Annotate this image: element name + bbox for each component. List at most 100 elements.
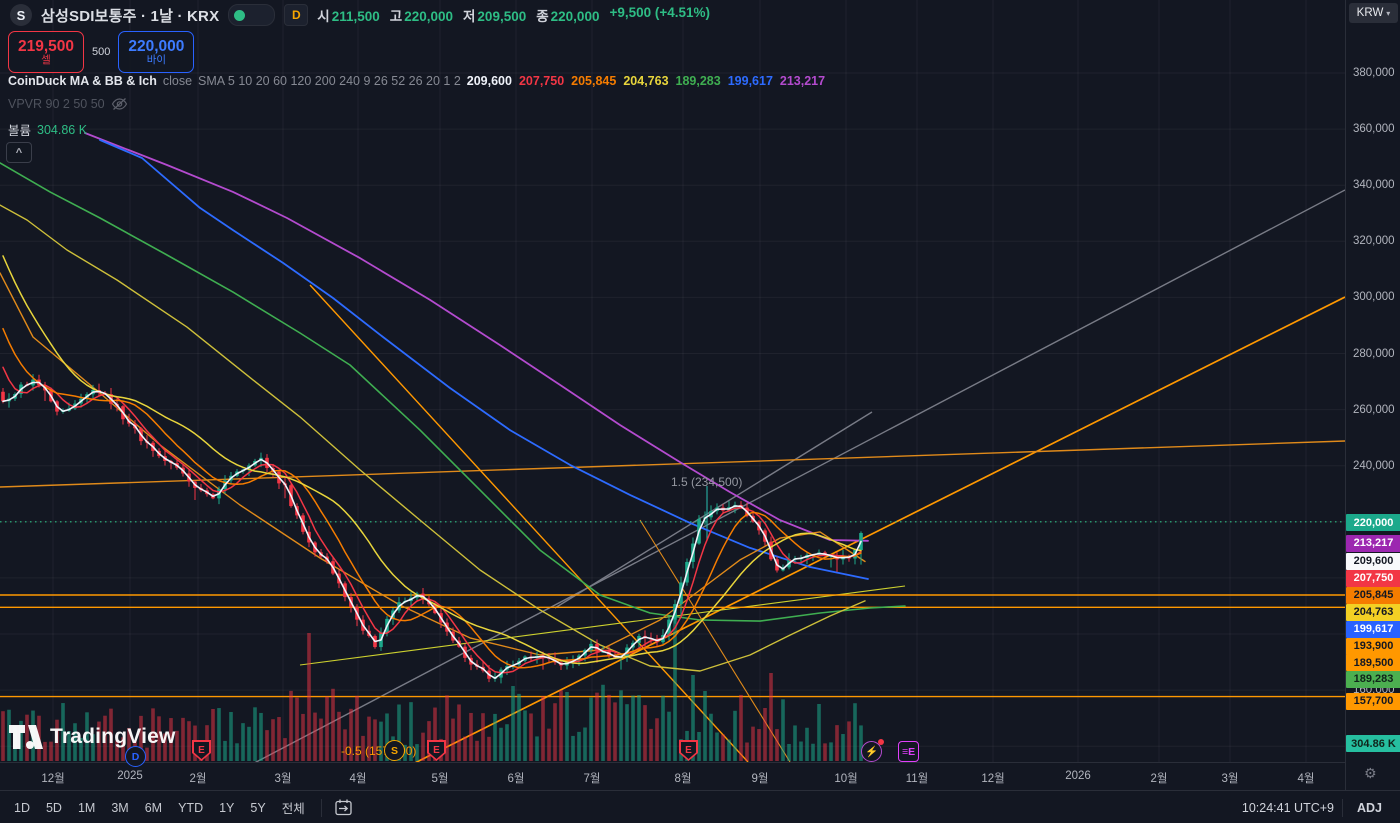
price-label-chip[interactable]: 209,600 <box>1346 552 1400 570</box>
range-button-1D[interactable]: 1D <box>6 797 38 819</box>
volume-bar <box>847 721 851 761</box>
volume-bar <box>535 736 539 761</box>
candle-body <box>1 391 5 402</box>
volume-bar <box>595 692 599 761</box>
volume-bar <box>505 724 509 761</box>
price-label-chip[interactable]: 213,217 <box>1346 534 1400 552</box>
symbol-logo[interactable]: S <box>10 4 32 26</box>
indicator-legend[interactable]: CoinDuck MA & BB & Ich close SMA 5 10 20… <box>8 74 832 88</box>
sell-button[interactable]: 219,500 셀 <box>8 31 84 73</box>
price-axis[interactable]: KRW ▾ ⚙ 380,000 360,000 340,000 320,000 300,… <box>1345 0 1400 790</box>
time-tick-label: 11월 <box>905 773 929 785</box>
range-buttons: 1D 5D 1M 3M 6M YTD 1Y 5Y 전체 <box>0 794 313 821</box>
volume-bar <box>763 707 767 761</box>
time-tick-label: 2026 <box>1065 770 1091 782</box>
event-badge-E[interactable]: E <box>192 740 211 761</box>
price-label-chip[interactable]: 193,900 <box>1346 637 1400 655</box>
vpvr-legend[interactable]: VPVR 90 2 50 50 <box>8 97 128 111</box>
volume-bar <box>487 736 491 761</box>
range-button-3M[interactable]: 3M <box>103 797 136 819</box>
chart-pane[interactable]: S 삼성SDI보통주 · 1날 · KRX D 시 211,500 고 220,00… <box>0 0 1345 767</box>
range-button-6M[interactable]: 6M <box>137 797 170 819</box>
volume-bar <box>751 726 755 761</box>
notification-dot <box>878 739 884 745</box>
go-to-date-button[interactable] <box>330 796 357 819</box>
volume-bar <box>541 696 545 761</box>
volume-bar <box>529 713 533 761</box>
market-status-toggle[interactable] <box>228 4 276 26</box>
price-label-chip[interactable]: 189,500 <box>1346 654 1400 671</box>
event-badge-E[interactable]: E <box>679 740 698 761</box>
volume-value: 304.86 K <box>37 122 88 137</box>
event-badge-xE[interactable]: ≡E <box>898 741 920 762</box>
trendline <box>299 585 906 666</box>
volume-bar <box>613 702 617 761</box>
trendline <box>414 296 1345 762</box>
volume-bar <box>787 743 791 761</box>
volume-bar <box>733 710 737 761</box>
buy-button[interactable]: 220,000 바이 <box>118 31 195 73</box>
toolbar-divider <box>320 798 322 817</box>
eye-off-icon[interactable] <box>111 97 128 111</box>
indicator-value: 189,283 <box>675 74 721 88</box>
sell-label: 셀 <box>41 53 51 66</box>
time-tick-label: 6월 <box>507 773 525 785</box>
ohlc-readout: 시 211,500 고 220,000 저 209,500 종 220,000 +9,5… <box>317 5 710 25</box>
volume-bar <box>223 740 227 761</box>
timeframe-badge[interactable]: D <box>284 4 309 26</box>
range-button-5Y[interactable]: 5Y <box>242 797 273 819</box>
time-tick-label: 2월 <box>189 773 207 785</box>
indicator-name: CoinDuck MA & BB & Ich <box>8 74 157 88</box>
volume-bar <box>577 731 581 761</box>
volume-bar <box>307 633 311 761</box>
price-label-chip[interactable]: 207,750 <box>1346 569 1400 587</box>
currency-dropdown[interactable]: KRW ▾ <box>1349 3 1398 23</box>
price-tick-label: 260,000 <box>1353 403 1395 416</box>
event-badge-D[interactable]: D <box>125 746 146 767</box>
price-label-chip[interactable]: 205,845 <box>1346 586 1400 604</box>
price-tick-label: 360,000 <box>1353 123 1395 136</box>
time-tick-label: 10월 <box>834 773 858 785</box>
volume-bar <box>655 718 659 761</box>
volume-bar <box>283 738 287 761</box>
price-label-chip[interactable]: 189,283 <box>1346 670 1400 688</box>
price-chart-canvas[interactable] <box>0 0 1345 762</box>
bottom-toolbar: 1D 5D 1M 3M 6M YTD 1Y 5Y 전체 10:24:41 UTC+9 ADJ <box>0 790 1400 823</box>
axis-settings-gear-icon[interactable]: ⚙ <box>1364 766 1377 782</box>
volume-bar <box>313 712 317 761</box>
volume-bar <box>637 695 641 761</box>
price-label-chip[interactable]: 204,763 <box>1346 603 1400 621</box>
range-button-1Y[interactable]: 1Y <box>211 797 242 819</box>
event-badge-x[interactable]: ⚡ <box>861 739 884 762</box>
volume-bar <box>421 732 425 761</box>
volume-bar <box>727 739 731 761</box>
open-value: 211,500 <box>331 9 380 24</box>
clock[interactable]: 10:24:41 UTC+9 <box>1242 801 1334 815</box>
range-button-YTD[interactable]: YTD <box>170 797 211 819</box>
range-button-전체[interactable]: 전체 <box>274 794 313 821</box>
indicator-value: 205,845 <box>571 74 617 88</box>
indicator-value: 199,617 <box>727 74 773 88</box>
volume-bar <box>793 725 797 761</box>
range-button-5D[interactable]: 5D <box>38 797 70 819</box>
price-label-chip[interactable]: 220,000 <box>1346 514 1400 531</box>
price-label-chip[interactable]: 199,617 <box>1346 620 1400 638</box>
symbol-title[interactable]: 삼성SDI보통주 · 1날 · KRX <box>41 5 219 26</box>
volume-legend[interactable]: 볼륨 304.86 K <box>8 120 87 139</box>
time-axis[interactable]: 12월 2025 2월 3월 4월 5월 6월 7월 8월 9월 10월 11월 12월 2026 2월 3월… <box>0 762 1345 791</box>
volume-bar <box>553 703 557 761</box>
volume-bar <box>229 712 233 761</box>
price-label-chip[interactable]: 157,700 <box>1346 692 1400 710</box>
volume-bar <box>481 713 485 761</box>
event-badge-E[interactable]: E <box>427 740 446 761</box>
range-button-1M[interactable]: 1M <box>70 797 103 819</box>
volume-bar <box>457 704 461 761</box>
volume-bar <box>331 688 335 761</box>
event-badge-S[interactable]: S <box>384 740 405 761</box>
volume-bar <box>247 726 251 761</box>
volume-bar <box>277 717 281 761</box>
close-label: 종 <box>536 9 549 24</box>
adj-toggle[interactable]: ADJ <box>1351 799 1388 817</box>
collapse-legend-button[interactable]: ^ <box>6 142 32 163</box>
volume-label-chip: 304.86 K <box>1346 735 1400 752</box>
